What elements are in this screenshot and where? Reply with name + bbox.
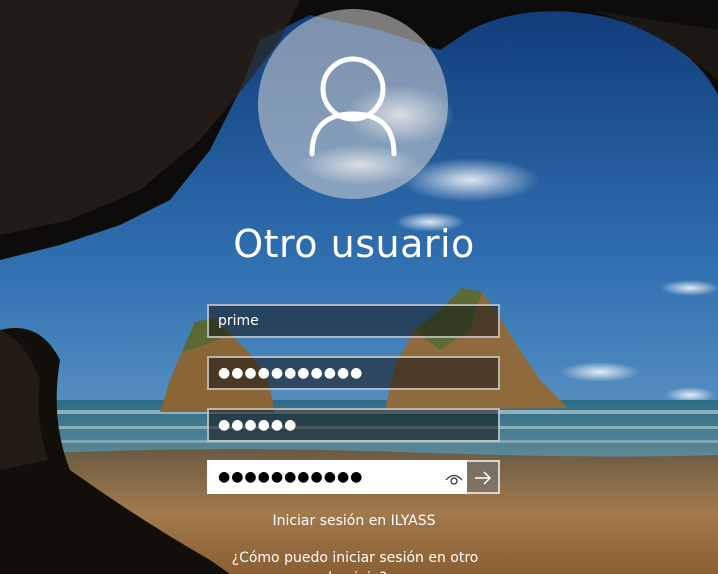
password-field-3[interactable]: ●●●●●●●●●●● [207, 460, 467, 494]
active-password-row: ●●●●●●●●●●● [207, 460, 500, 494]
password-1-masked: ●●●●●●●●●●● [218, 365, 364, 381]
user-avatar [258, 9, 448, 199]
arrow-right-icon [475, 471, 492, 485]
lock-screen: Otro usuario prime ●●●●●●●●●●● ●●●●●● ●●… [0, 0, 718, 574]
password-2-masked: ●●●●●● [218, 417, 298, 433]
user-name-heading: Otro usuario [233, 222, 475, 266]
signin-domain-link[interactable]: Iniciar sesión en ILYASS [200, 513, 508, 529]
submit-button[interactable] [467, 460, 500, 494]
username-value: prime [218, 313, 259, 329]
password-field-2[interactable]: ●●●●●● [207, 408, 500, 442]
password-3-masked: ●●●●●●●●●●● [218, 469, 364, 485]
help-link[interactable]: ¿Cómo puedo iniciar sesión en otro domin… [210, 548, 500, 574]
user-silhouette-icon [309, 56, 397, 157]
password-field-1[interactable]: ●●●●●●●●●●● [207, 356, 500, 390]
username-field[interactable]: prime [207, 304, 500, 338]
eye-icon[interactable] [445, 471, 463, 487]
